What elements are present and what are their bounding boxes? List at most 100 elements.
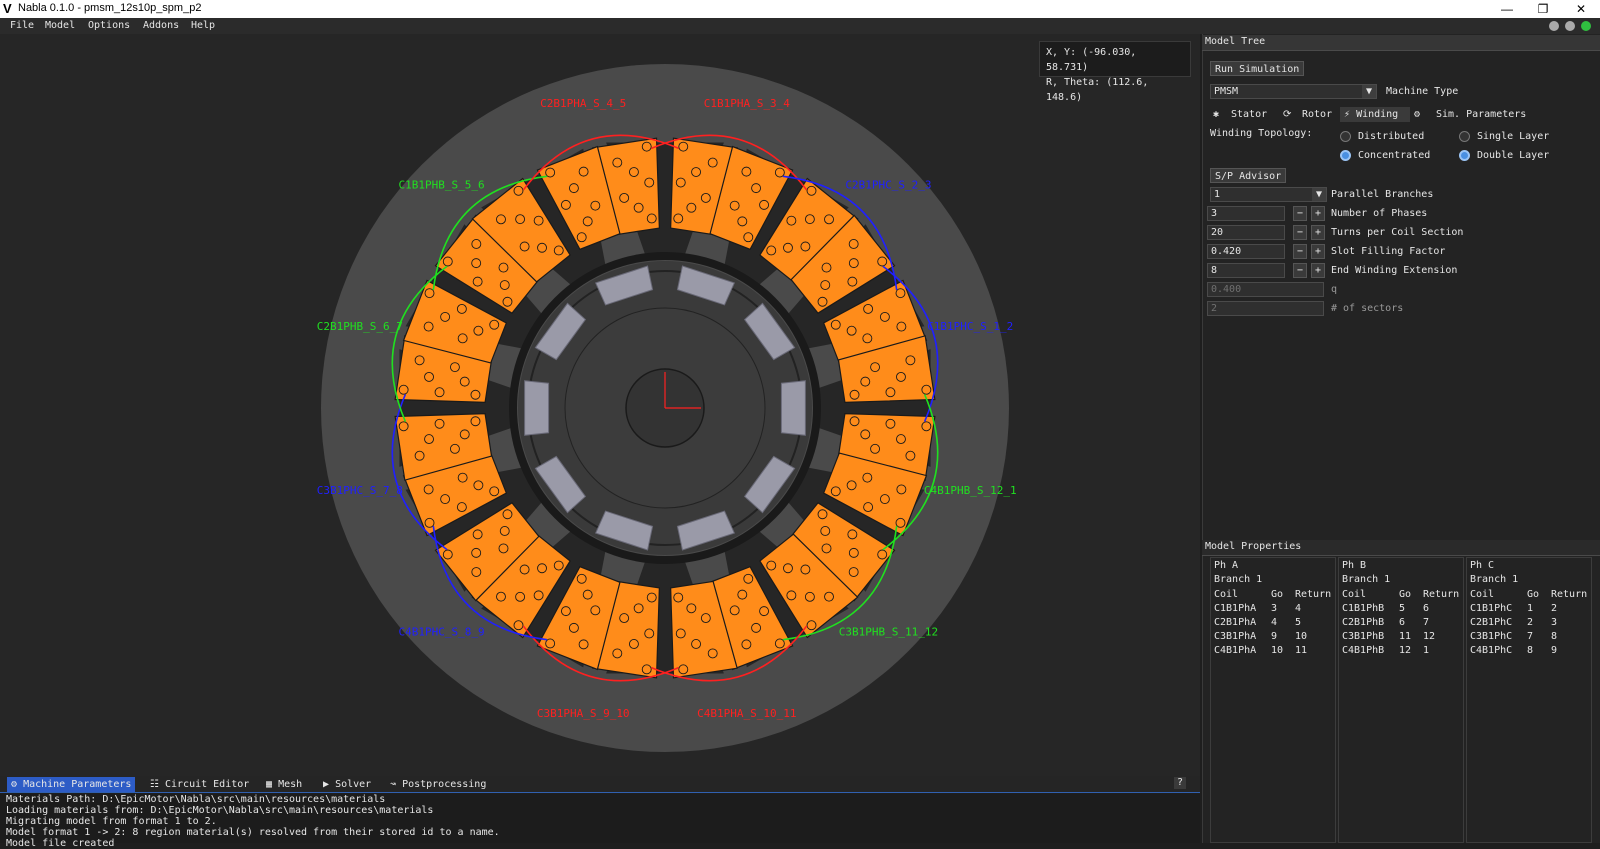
coil-go: 8 (1527, 645, 1534, 656)
coil-name: C2B1PhB (1342, 617, 1385, 628)
coil-name: C3B1PhB (1342, 631, 1385, 642)
machine-viewport[interactable]: C1B1PHA_S_3_4 C2B1PHC_S_2_3 C1B1PHC_S_1_2 C… (0, 34, 1200, 776)
coordinate-readout: X, Y: (-96.030, 58.731) R, Theta: (112.6… (1039, 41, 1191, 103)
console-line: Migrating model from format 1 to 2. (6, 816, 217, 827)
slot-filling-factor-input[interactable]: 0.420 (1207, 244, 1285, 259)
increment-button[interactable]: + (1311, 225, 1325, 240)
number-of-phases-input[interactable]: 3 (1207, 206, 1285, 221)
col-header-return: Return (1423, 589, 1460, 600)
phase-b-column: Ph B Branch 1 Coil Go Return C1B1PhB 5 6… (1338, 557, 1464, 843)
tab-mesh[interactable]: ▦ Mesh (262, 777, 306, 792)
menu-options[interactable]: Options (88, 20, 130, 31)
phase-c-column: Ph C Branch 1 Coil Go Return C1B1PhC 1 2… (1466, 557, 1592, 843)
radio-distributed[interactable] (1340, 131, 1351, 142)
parallel-branches-select[interactable]: 1 ▼ (1210, 187, 1327, 202)
tab-sim-parameters[interactable]: Sim. Parameters (1436, 107, 1526, 122)
machine-type-value: PMSM (1214, 86, 1239, 97)
coil-go: 9 (1271, 631, 1278, 642)
chart-icon: ↝ (390, 779, 397, 790)
end-winding-extension-label: End Winding Extension (1331, 265, 1458, 276)
refresh-icon: ⟳ (1283, 109, 1292, 120)
coil-label: C3B1PHC_S_7_8 (317, 484, 403, 497)
radio-single-layer[interactable] (1459, 131, 1470, 142)
chevron-down-icon: ▼ (1312, 188, 1326, 201)
decrement-button[interactable]: − (1293, 244, 1307, 259)
machine-type-select[interactable]: PMSM ▼ (1210, 84, 1377, 99)
coil-label: C3B1PHA_S_9_10 (537, 707, 630, 720)
coil-go: 12 (1399, 645, 1412, 656)
coil-go: 1 (1527, 603, 1534, 614)
machine-type-label: Machine Type (1386, 86, 1459, 97)
coil-return: 10 (1295, 631, 1308, 642)
decrement-button[interactable]: − (1293, 263, 1307, 278)
app-logo-icon: V (3, 1, 12, 16)
radio-double-layer[interactable] (1459, 150, 1470, 161)
increment-button[interactable]: + (1311, 206, 1325, 221)
coil-return: 3 (1551, 617, 1558, 628)
help-button[interactable]: ? (1174, 777, 1187, 789)
tab-solver-label: Solver (335, 779, 372, 790)
radio-concentrated[interactable] (1340, 150, 1351, 161)
increment-button[interactable]: + (1311, 263, 1325, 278)
cogs-icon: ⚙ (11, 779, 18, 790)
coil-name: C1B1PhA (1214, 603, 1257, 614)
settings-icon: ⚙ (1414, 109, 1421, 120)
coil-go: 6 (1399, 617, 1406, 628)
phase-a-column: Ph A Branch 1 Coil Go Return C1B1PhA 3 4… (1210, 557, 1336, 843)
decrement-button[interactable]: − (1293, 206, 1307, 221)
title-bar: V Nabla 0.1.0 - pmsm_12s10p_spm_p2 — ❐ ✕ (0, 0, 1600, 18)
close-icon[interactable]: ✕ (1558, 0, 1600, 18)
winding-topology-label: Winding Topology: (1210, 128, 1313, 139)
xy-readout: X, Y: (-96.030, 58.731) (1046, 47, 1137, 73)
coil-go: 2 (1527, 617, 1534, 628)
status-dot-grey-icon (1549, 21, 1559, 31)
coil-label: C3B1PHB_S_11_12 (839, 625, 938, 638)
coil-name: C4B1PhA (1214, 645, 1257, 656)
menu-file[interactable]: File (10, 20, 34, 31)
col-header-return: Return (1295, 589, 1332, 600)
tab-winding[interactable]: ⚡ Winding (1340, 107, 1410, 122)
branch-name: Branch 1 (1342, 574, 1391, 585)
coil-return: 12 (1423, 631, 1436, 642)
phase-name: Ph A (1214, 560, 1239, 571)
coil-return: 6 (1423, 603, 1430, 614)
tab-machine-parameters-label: Machine Parameters (23, 779, 132, 790)
decrement-button[interactable]: − (1293, 225, 1307, 240)
radio-double-layer-label: Double Layer (1477, 150, 1550, 161)
coil-label: C1B1PHA_S_3_4 (704, 97, 790, 110)
tab-rotor[interactable]: Rotor (1302, 107, 1332, 122)
coil-return: 7 (1423, 617, 1430, 628)
tab-solver[interactable]: ▶ Solver (319, 777, 375, 792)
tab-machine-parameters[interactable]: ⚙ Machine Parameters (7, 777, 136, 792)
tab-circuit-editor[interactable]: ☷ Circuit Editor (146, 777, 253, 792)
menu-help[interactable]: Help (191, 20, 215, 31)
end-winding-extension-input[interactable]: 8 (1207, 263, 1285, 278)
console-log[interactable]: Materials Path: D:\EpicMotor\Nabla\src\m… (0, 794, 1200, 849)
menu-model[interactable]: Model (45, 20, 75, 31)
branch-name: Branch 1 (1470, 574, 1519, 585)
coil-name: C2B1PhC (1470, 617, 1513, 628)
run-simulation-button[interactable]: Run Simulation (1210, 61, 1305, 76)
coil-return: 5 (1295, 617, 1302, 628)
branch-name: Branch 1 (1214, 574, 1263, 585)
increment-button[interactable]: + (1311, 244, 1325, 259)
coil-go: 4 (1271, 617, 1278, 628)
coil-label: C1B1PHB_S_5_6 (399, 179, 485, 192)
menu-addons[interactable]: Addons (143, 20, 179, 31)
turns-per-coil-input[interactable]: 20 (1207, 225, 1285, 240)
coil-label: C2B1PHC_S_2_3 (845, 179, 931, 192)
coil-return: 4 (1295, 603, 1302, 614)
tab-winding-label: Winding (1356, 109, 1399, 120)
r-theta-readout: R, Theta: (112.6, 148.6) (1046, 77, 1149, 103)
turns-per-coil-label: Turns per Coil Section (1331, 227, 1464, 238)
radio-single-layer-label: Single Layer (1477, 131, 1550, 142)
coil-return: 2 (1551, 603, 1558, 614)
coil-return: 8 (1551, 631, 1558, 642)
tab-postprocessing[interactable]: ↝ Postprocessing (386, 777, 490, 792)
model-properties-title: Model Properties (1205, 541, 1302, 552)
sp-advisor-button[interactable]: S/P Advisor (1210, 168, 1287, 183)
grid-icon: ▦ (266, 779, 273, 790)
permanent-magnet (780, 380, 806, 436)
tab-stator[interactable]: Stator (1231, 107, 1267, 122)
console-line: Model format 1 -> 2: 8 region material(s… (6, 827, 500, 838)
